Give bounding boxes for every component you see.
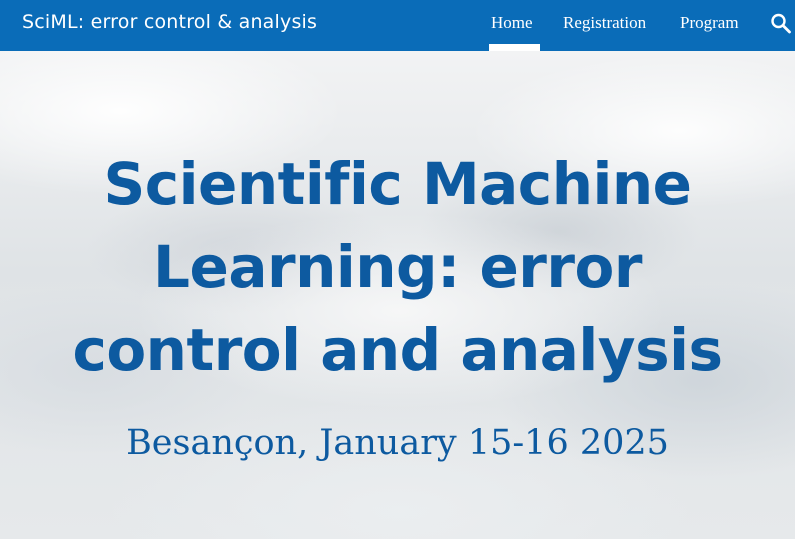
hero-banner: Scientific Machine Learning: error contr…	[0, 51, 795, 539]
site-title[interactable]: SciML: error control & analysis	[22, 11, 317, 33]
hero-title-line: control and analysis	[72, 316, 723, 384]
hero-subtitle: Besançon, January 15-16 2025	[126, 423, 669, 463]
active-nav-indicator	[489, 44, 540, 51]
hero-title: Scientific Machine Learning: error contr…	[0, 143, 795, 392]
nav-item-home[interactable]: Home	[491, 13, 533, 33]
nav-item-program[interactable]: Program	[680, 13, 739, 33]
hero-title-line: Scientific Machine	[103, 150, 693, 218]
top-navigation-bar: SciML: error control & analysis Home Reg…	[0, 0, 795, 51]
search-icon	[771, 13, 791, 34]
search-button[interactable]	[770, 12, 792, 36]
hero-title-line: Learning: error	[153, 233, 642, 301]
nav-item-registration[interactable]: Registration	[563, 13, 646, 33]
